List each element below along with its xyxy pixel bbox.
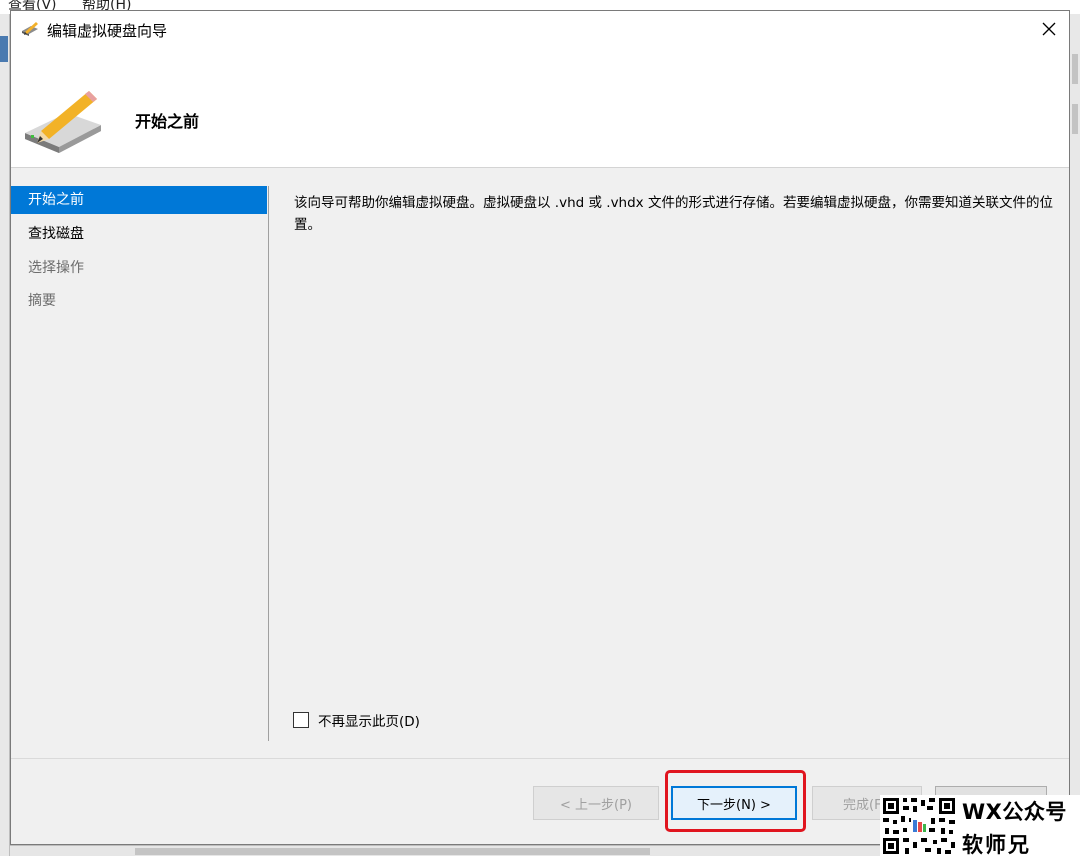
close-button[interactable] — [1029, 11, 1069, 47]
edit-vhd-wizard-dialog: 编辑虚拟硬盘向导 开始之前 开始之前 查找磁盘 选择操作 摘要 该向导可帮助你编… — [10, 10, 1070, 845]
watermark: WX公众号 软师兄 — [880, 795, 1080, 856]
title-bar: 编辑虚拟硬盘向导 — [11, 11, 1069, 47]
background-right-panel — [1070, 14, 1080, 856]
page-title: 开始之前 — [135, 112, 200, 131]
wizard-pencil-icon — [22, 22, 38, 36]
wizard-description: 该向导可帮助你编辑虚拟硬盘。虚拟硬盘以 .vhd 或 .vhdx 文件的形式进行… — [294, 195, 1053, 233]
dialog-title: 编辑虚拟硬盘向导 — [47, 22, 168, 40]
nav-item-choose-action: 选择操作 — [28, 260, 84, 276]
virtual-disk-edit-icon — [25, 91, 101, 153]
background-left-panel — [0, 14, 10, 856]
nav-item-summary: 摘要 — [28, 293, 56, 309]
nav-item-before-you-begin[interactable]: 开始之前 — [11, 186, 267, 214]
dont-show-again-option[interactable]: 不再显示此页(D) — [293, 710, 420, 730]
close-icon — [1042, 22, 1056, 36]
dont-show-again-checkbox[interactable] — [293, 712, 309, 728]
wizard-header: 开始之前 — [11, 47, 1069, 168]
watermark-line2: 软师兄 — [962, 833, 1031, 856]
qr-code-icon — [881, 796, 957, 856]
watermark-line1: WX公众号 — [962, 800, 1067, 824]
footer-separator — [11, 758, 1069, 759]
previous-button[interactable]: < 上一步(P) — [533, 786, 659, 820]
nav-divider — [268, 186, 269, 741]
dont-show-again-label: 不再显示此页(D) — [318, 714, 420, 730]
nav-item-locate-disk[interactable]: 查找磁盘 — [11, 220, 267, 248]
next-button[interactable]: 下一步(N) > — [671, 786, 797, 820]
